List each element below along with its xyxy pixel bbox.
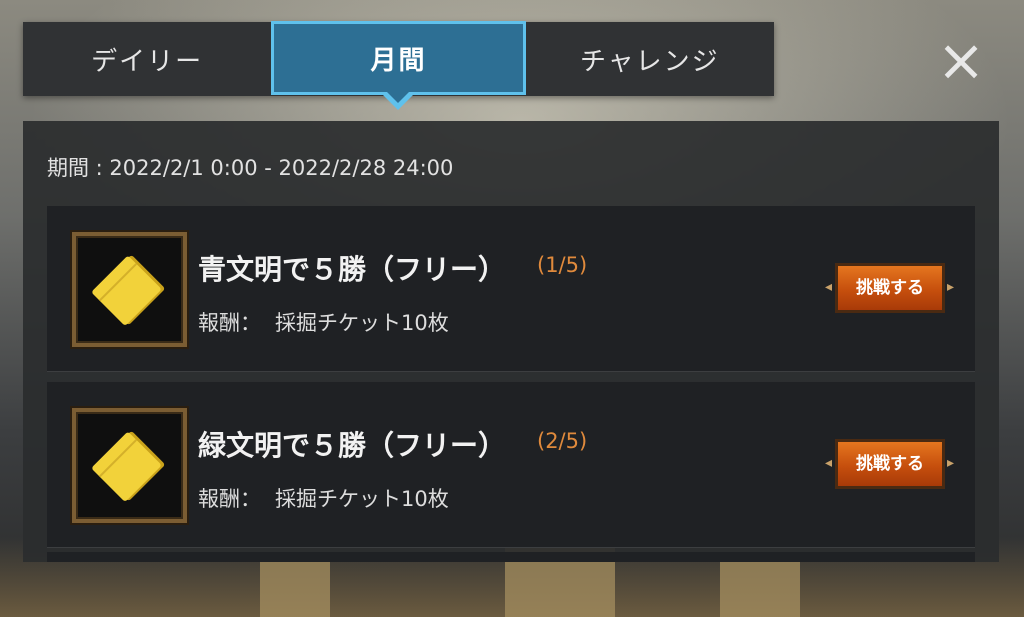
button-left-ornament-icon: ◂ — [825, 279, 833, 295]
mission-reward: 報酬： 採掘チケット10枚 — [198, 483, 449, 513]
tab-monthly[interactable]: 月間 — [271, 21, 526, 110]
button-left-ornament-icon: ◂ — [825, 455, 833, 471]
background-tower — [260, 557, 330, 617]
challenge-button[interactable]: 挑戦する — [835, 439, 945, 489]
period-text: 期間 : 2022/2/1 0:00 - 2022/2/28 24:00 — [47, 156, 454, 180]
mission-item: 緑文明で５勝（フリー） (2/5) 報酬： 採掘チケット10枚 ◂ 挑戦する ▸ — [47, 382, 975, 548]
mission-item: 青文明で５勝（フリー） (1/5) 報酬： 採掘チケット10枚 ◂ 挑戦する ▸ — [47, 206, 975, 372]
tab-challenge[interactable]: チャレンジ — [526, 22, 774, 96]
tab-daily[interactable]: デイリー — [23, 22, 271, 96]
tab-bar: デイリー 月間 チャレンジ — [23, 21, 774, 110]
mission-title: 青文明で５勝（フリー） — [198, 253, 507, 286]
button-right-ornament-icon: ▸ — [947, 455, 955, 471]
mission-reward: 報酬： 採掘チケット10枚 — [198, 307, 449, 337]
mission-progress: (1/5) — [537, 253, 588, 277]
reward-label: 報酬： — [198, 487, 261, 511]
reward-value: 採掘チケット10枚 — [275, 311, 449, 335]
ticket-icon — [72, 408, 187, 523]
ticket-icon — [72, 232, 187, 347]
tab-monthly-label: 月間 — [370, 45, 427, 76]
reward-value: 採掘チケット10枚 — [275, 487, 449, 511]
next-mission-edge — [47, 552, 975, 562]
challenge-button[interactable]: 挑戦する — [835, 263, 945, 313]
mission-panel: 期間 : 2022/2/1 0:00 - 2022/2/28 24:00 青文明… — [23, 121, 999, 562]
active-tab-pointer-icon — [382, 92, 415, 110]
close-icon[interactable]: × — [933, 31, 989, 89]
reward-label: 報酬： — [198, 311, 261, 335]
button-right-ornament-icon: ▸ — [947, 279, 955, 295]
mission-title: 緑文明で５勝（フリー） — [198, 429, 507, 462]
mission-progress: (2/5) — [537, 429, 588, 453]
